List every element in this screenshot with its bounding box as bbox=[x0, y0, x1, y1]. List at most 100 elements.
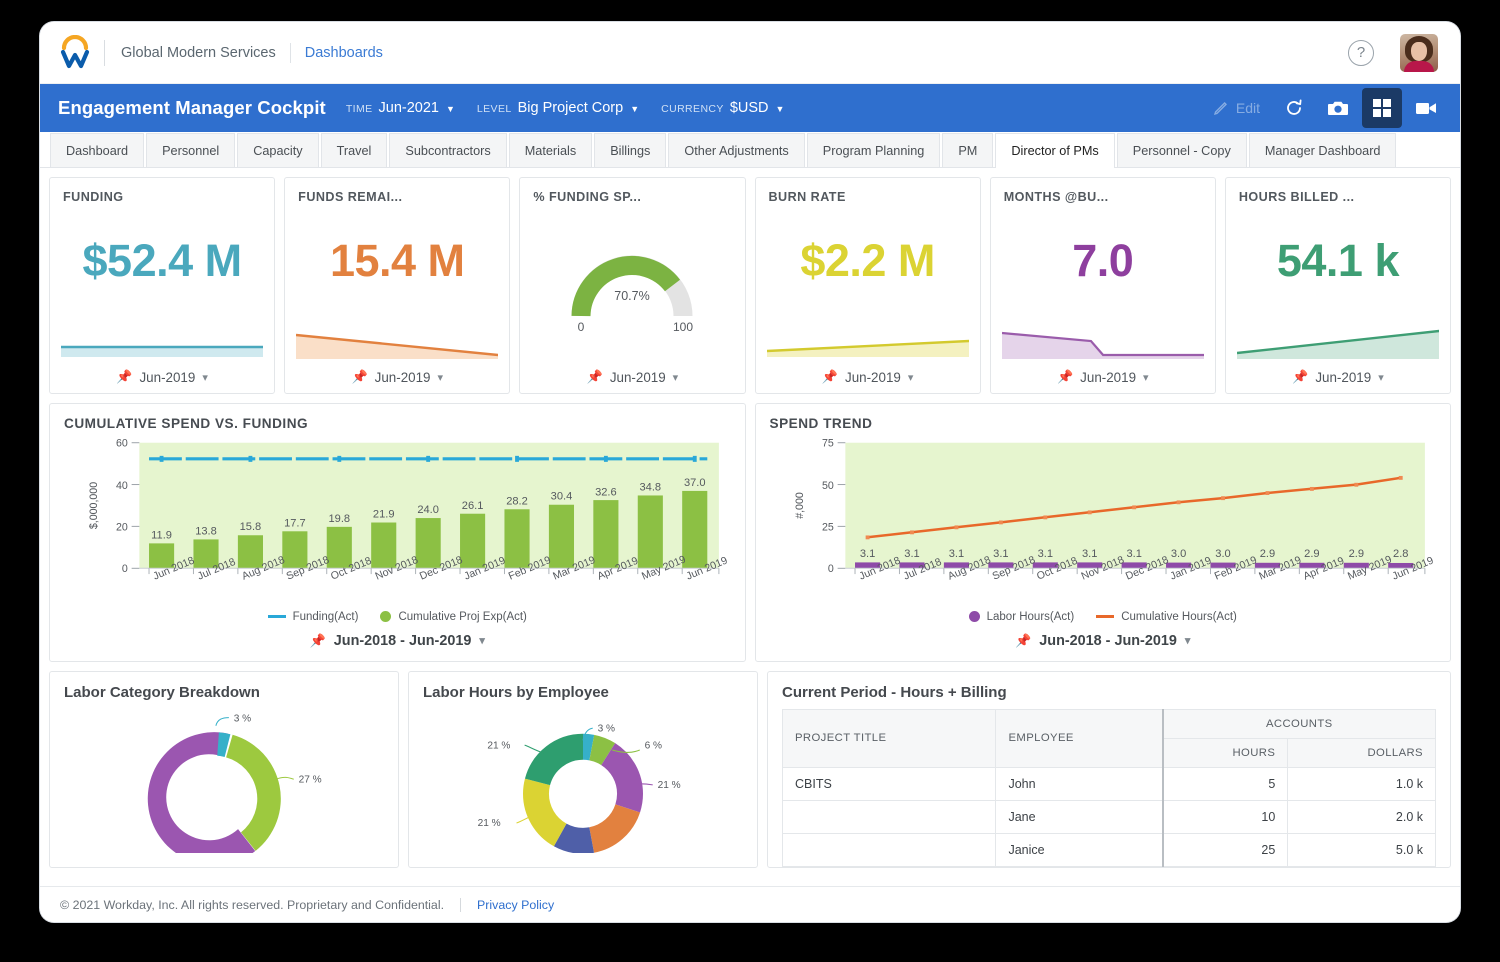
svg-text:2.9: 2.9 bbox=[1259, 548, 1274, 560]
sparkline-funding bbox=[61, 317, 264, 363]
legend-item-cumulative-hours[interactable]: Cumulative Hours(Act) bbox=[1096, 611, 1237, 623]
tab-manager-dashboard[interactable]: Manager Dashboard bbox=[1248, 133, 1397, 167]
tab-materials[interactable]: Materials bbox=[508, 133, 593, 167]
snapshot-button[interactable] bbox=[1318, 88, 1358, 128]
panel-title: Labor Category Breakdown bbox=[64, 683, 260, 701]
kpi-value: $2.2 M bbox=[800, 235, 935, 286]
col-dollars[interactable]: DOLLARS bbox=[1287, 737, 1436, 768]
kpi-title: BURN RATE bbox=[768, 190, 846, 204]
sparkline-months-at-burn bbox=[1001, 317, 1204, 363]
kpi-card-months-at-burn[interactable]: MONTHS @BU... 7.0 📌 Jun-2019 ▾ bbox=[989, 177, 1216, 394]
grid-icon bbox=[1372, 98, 1392, 118]
bottom-row: Labor Category Breakdown 3 % 27 % Labor … bbox=[49, 670, 1451, 868]
spend-trend-chart[interactable]: 75 50 25 0 #,000 3.1 3.1 3.1 3.1 3.1 3.1… bbox=[770, 435, 1437, 609]
table-row[interactable]: Jane 10 2.0 k bbox=[781, 799, 1436, 834]
tab-subcontractors[interactable]: Subcontractors bbox=[389, 133, 507, 167]
tab-dashboard[interactable]: Dashboard bbox=[50, 133, 145, 167]
chevron-down-icon: ▾ bbox=[907, 371, 914, 384]
svg-text:2.8: 2.8 bbox=[1393, 548, 1408, 560]
tab-travel[interactable]: Travel bbox=[320, 133, 388, 167]
kpi-period-selector[interactable]: 📌 Jun-2019 ▾ bbox=[298, 367, 496, 385]
chart-period-selector[interactable]: 📌 Jun-2018 - Jun-2019 ▾ bbox=[770, 623, 1437, 655]
user-avatar[interactable] bbox=[1400, 33, 1438, 72]
help-icon[interactable]: ? bbox=[1348, 39, 1374, 66]
sparkline-burn-rate bbox=[766, 317, 969, 363]
kpi-period-selector[interactable]: 📌 Jun-2019 ▾ bbox=[533, 367, 731, 385]
cell-hours: 10 bbox=[1161, 799, 1289, 834]
legend-dot-marker bbox=[380, 611, 392, 623]
chevron-down-icon: ▾ bbox=[1378, 371, 1384, 384]
table-row[interactable]: CBITS John 5 1.0 k bbox=[781, 766, 1436, 801]
grid-view-button[interactable] bbox=[1362, 88, 1402, 128]
pin-icon: 📌 bbox=[116, 369, 133, 384]
donut-chart-labor-category[interactable]: 3 % 27 % bbox=[64, 703, 384, 853]
tab-other-adjustments[interactable]: Other Adjustments bbox=[668, 133, 805, 167]
panel-labor-category-breakdown: Labor Category Breakdown 3 % 27 % bbox=[49, 670, 399, 868]
legend-item-labor-hours[interactable]: Labor Hours(Act) bbox=[968, 610, 1075, 623]
svg-text:34.8: 34.8 bbox=[640, 482, 662, 494]
panel-title: Labor Hours by Employee bbox=[423, 683, 609, 701]
legend-dash-marker bbox=[267, 615, 286, 619]
col-employee[interactable]: EMPLOYEE bbox=[995, 708, 1164, 768]
filter-currency-value: $USD bbox=[729, 100, 769, 116]
tab-director-of-pms[interactable]: Director of PMs bbox=[995, 133, 1115, 168]
tab-capacity[interactable]: Capacity bbox=[237, 133, 319, 167]
tab-program-planning[interactable]: Program Planning bbox=[806, 133, 941, 167]
tab-pm[interactable]: PM bbox=[942, 133, 994, 167]
kpi-card-funding[interactable]: FUNDING $52.4 M 📌 Jun-2019 ▾ bbox=[49, 177, 276, 394]
svg-text:3.1: 3.1 bbox=[1126, 548, 1141, 560]
refresh-button[interactable] bbox=[1274, 88, 1314, 128]
tab-personnel[interactable]: Personnel bbox=[146, 133, 236, 167]
y-tick-label: 75 bbox=[821, 438, 833, 450]
cell-dollars: 5.0 k bbox=[1287, 832, 1436, 867]
tab-billings[interactable]: Billings bbox=[594, 133, 667, 167]
legend-item-funding[interactable]: Funding(Act) bbox=[267, 611, 358, 623]
filter-currency[interactable]: CURRENCY $USD ▼ bbox=[661, 100, 784, 116]
legend-item-cumulative-proj-exp[interactable]: Cumulative Proj Exp(Act) bbox=[380, 611, 527, 623]
panel-labor-hours-by-employee: Labor Hours by Employee 3 % 6 % 21 % 21 … bbox=[408, 670, 758, 868]
kpi-card-percent-funding-spent[interactable]: % FUNDING SP... 70.7% 0 100 📌 Jun-2019 ▾ bbox=[519, 177, 746, 394]
col-project-title[interactable]: PROJECT TITLE bbox=[781, 708, 997, 768]
legend-label: Labor Hours(Act) bbox=[986, 610, 1075, 623]
svg-text:30.4: 30.4 bbox=[551, 491, 573, 503]
kpi-period-selector[interactable]: 📌 Jun-2019 ▾ bbox=[63, 367, 261, 385]
svg-text:3.0: 3.0 bbox=[1170, 548, 1185, 560]
col-hours[interactable]: HOURS bbox=[1161, 737, 1289, 768]
kpi-period-selector[interactable]: 📌 Jun-2019 ▾ bbox=[1239, 367, 1437, 385]
svg-text:19.8: 19.8 bbox=[329, 513, 351, 525]
svg-text:24.0: 24.0 bbox=[417, 504, 439, 516]
cell-dollars: 2.0 k bbox=[1287, 799, 1436, 834]
donut-slices bbox=[523, 733, 643, 853]
legend-label: Cumulative Hours(Act) bbox=[1121, 610, 1237, 623]
panel-current-period-hours-billing: Current Period - Hours + Billing PROJECT… bbox=[767, 670, 1451, 868]
pin-icon: 📌 bbox=[1056, 369, 1074, 384]
workday-logo-icon[interactable] bbox=[58, 34, 92, 71]
kpi-card-burn-rate[interactable]: BURN RATE $2.2 M 📌 Jun-2019 ▾ bbox=[754, 177, 981, 394]
video-button[interactable] bbox=[1406, 88, 1446, 128]
y-tick-label: 40 bbox=[116, 480, 128, 492]
kpi-period-label: Jun-2019 bbox=[1080, 369, 1137, 385]
filter-time[interactable]: TIME Jun-2021 ▼ bbox=[346, 100, 455, 116]
table-row[interactable]: Janice 25 5.0 k bbox=[781, 832, 1436, 867]
chevron-down-icon: ▾ bbox=[1143, 371, 1149, 384]
kpi-period-selector[interactable]: 📌 Jun-2019 ▾ bbox=[1004, 367, 1202, 385]
chevron-down-icon: ▾ bbox=[479, 635, 485, 648]
pencil-icon bbox=[1212, 100, 1229, 117]
privacy-policy-link[interactable]: Privacy Policy bbox=[477, 898, 554, 912]
kpi-title: MONTHS @BU... bbox=[1003, 190, 1109, 204]
kpi-card-funds-remaining[interactable]: FUNDS REMAI... 15.4 M 📌 Jun-2019 ▾ bbox=[284, 177, 511, 394]
pin-icon: 📌 bbox=[309, 632, 326, 648]
kpi-period-label: Jun-2019 bbox=[139, 369, 196, 385]
donut-chart-labor-hours[interactable]: 3 % 6 % 21 % 21 % 21 % bbox=[423, 703, 743, 853]
cumulative-spend-chart[interactable]: 60 40 20 0 $,000,000 11.9 13.8 15.8 17.7 bbox=[64, 435, 731, 609]
kpi-period-selector[interactable]: 📌 Jun-2019 ▾ bbox=[769, 367, 967, 385]
chart-period-selector[interactable]: 📌 Jun-2018 - Jun-2019 ▾ bbox=[64, 623, 731, 655]
tab-personnel-copy[interactable]: Personnel - Copy bbox=[1116, 133, 1247, 167]
edit-button[interactable]: Edit bbox=[1202, 88, 1270, 128]
hours-billing-table: PROJECT TITLE EMPLOYEE ACCOUNTS HOURS DO… bbox=[781, 708, 1436, 867]
kpi-card-hours-billed[interactable]: HOURS BILLED ... 54.1 k 📌 Jun-2019 ▾ bbox=[1224, 177, 1452, 394]
svg-text:37.0: 37.0 bbox=[684, 477, 706, 489]
breadcrumb-dashboards-link[interactable]: Dashboards bbox=[305, 45, 383, 61]
filter-level[interactable]: LEVEL Big Project Corp ▼ bbox=[477, 100, 639, 116]
kpi-period-label: Jun-2019 bbox=[845, 369, 901, 385]
